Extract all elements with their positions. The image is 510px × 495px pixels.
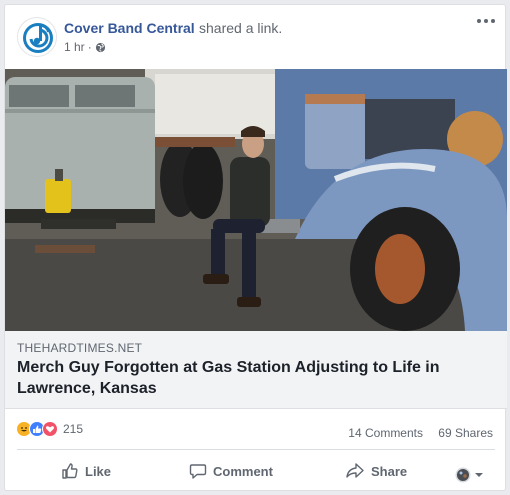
page-name-link[interactable]: Cover Band Central <box>64 20 195 36</box>
profile-chevron-down-icon <box>455 467 483 483</box>
link-preview-image[interactable] <box>5 69 507 331</box>
share-button[interactable]: Share <box>345 458 407 484</box>
like-label: Like <box>85 463 112 479</box>
post-meta: 1 hr · <box>64 40 106 54</box>
globe-icon[interactable] <box>95 42 106 53</box>
truck-photo <box>5 69 507 331</box>
share-arrow-icon <box>346 463 364 478</box>
like-button[interactable]: Like <box>61 458 111 484</box>
shares-count-link[interactable]: 69 Shares <box>438 426 493 440</box>
link-preview-meta[interactable]: THEHARDTIMES.NET Merch Guy Forgotten at … <box>5 331 507 409</box>
comments-count-link[interactable]: 14 Comments <box>348 426 423 440</box>
love-icon <box>42 421 58 437</box>
link-headline[interactable]: Merch Guy Forgotten at Gas Station Adjus… <box>17 357 477 399</box>
cover-band-logo-icon <box>23 23 53 53</box>
more-options-icon[interactable] <box>477 19 495 27</box>
thumbs-up-icon <box>62 463 78 479</box>
page-avatar[interactable] <box>17 17 57 57</box>
meta-separator: · <box>87 40 92 54</box>
reaction-count: 215 <box>63 422 84 436</box>
share-label: Share <box>371 463 408 479</box>
post-card: Cover Band Central shared a link. 1 hr · <box>4 4 507 492</box>
engagement-stats: 215 14 Comments 69 Shares <box>5 409 507 449</box>
post-timestamp[interactable]: 1 hr <box>64 40 85 54</box>
comment-button[interactable]: Comment <box>189 458 273 484</box>
reactions-summary[interactable]: 215 <box>16 421 83 437</box>
audience-selector[interactable] <box>455 462 491 488</box>
shared-link-text: shared a link. <box>199 20 283 36</box>
comment-label: Comment <box>213 463 273 479</box>
comment-bubble-icon <box>189 464 207 479</box>
link-domain: THEHARDTIMES.NET <box>17 341 143 355</box>
post-actions-bar: Like Comment Share <box>5 450 507 492</box>
post-header: Cover Band Central shared a link. 1 hr · <box>5 5 505 69</box>
